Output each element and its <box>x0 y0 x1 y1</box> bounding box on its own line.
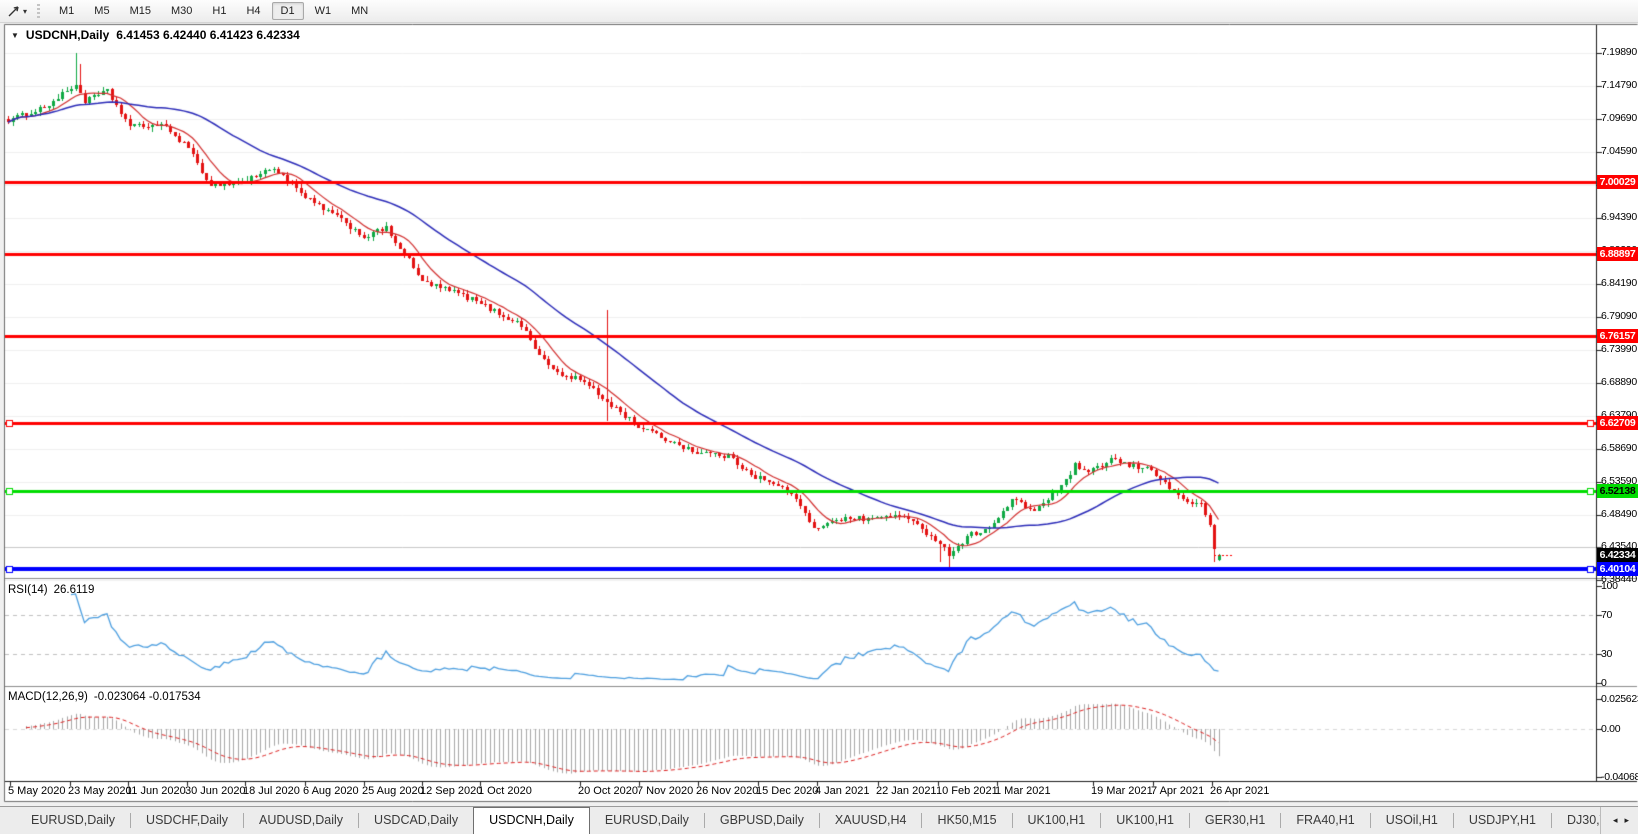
tab-usdcnh-daily[interactable]: USDCNH,Daily <box>473 807 590 834</box>
hline-price-label[interactable]: 6.76157 <box>1597 328 1638 343</box>
rsi-axis-label: 100 <box>1601 579 1618 592</box>
timeframe-toolbar: ▾ M1 M5 M15 M30 H1 H4 D1 W1 MN <box>0 0 1638 23</box>
tab-xauusd-h4[interactable]: XAUUSD,H4 <box>820 807 922 834</box>
timeframe-m1[interactable]: M1 <box>50 2 83 20</box>
tab-hk50-m15[interactable]: HK50,M15 <box>922 807 1011 834</box>
tab-uk100-h1[interactable]: UK100,H1 <box>1013 807 1101 834</box>
date-tick-label: 18 Jul 2020 <box>243 785 300 797</box>
rsi-indicator-label: RSI(14) 26.6119 <box>8 584 94 596</box>
tab-audusd-daily[interactable]: AUDUSD,Daily <box>244 807 358 834</box>
symbol-period-label: USDCNH,Daily <box>25 28 110 42</box>
date-tick-label: 19 Mar 2021 <box>1091 785 1153 797</box>
rsi-value: 26.6119 <box>53 584 95 596</box>
date-tick-label: 26 Nov 2020 <box>696 785 759 797</box>
date-tick-label: 11 Jun 2020 <box>126 785 186 797</box>
rsi-axis-label: 0 <box>1601 676 1607 689</box>
timeframe-m5[interactable]: M5 <box>85 2 118 20</box>
timeframe-m15[interactable]: M15 <box>121 2 160 20</box>
tab-scroll-buttons: ◂ ▸ <box>1599 807 1638 834</box>
tab-gbpusd-daily[interactable]: GBPUSD,Daily <box>705 807 819 834</box>
macd-name: MACD(12,26,9) <box>8 691 88 703</box>
date-tick-label: 30 Jun 2020 <box>185 785 246 797</box>
timeframe-d1[interactable]: D1 <box>271 2 304 20</box>
price-tick-label: 7.09690 <box>1601 111 1637 124</box>
price-tick-label: 7.14790 <box>1601 78 1637 91</box>
macd-axis-label: 0.025623 <box>1601 692 1638 705</box>
ohlc-values: 6.41453 6.42440 6.41423 6.42334 <box>116 28 300 42</box>
price-tick-label: 6.79090 <box>1601 309 1637 322</box>
price-tick-label: 7.19890 <box>1601 46 1637 58</box>
toolbar-grip <box>37 3 41 19</box>
hline-price-label[interactable]: 7.00029 <box>1597 174 1638 189</box>
crosshair-tool-icon[interactable] <box>7 4 21 18</box>
chart-canvas[interactable] <box>0 0 1638 833</box>
rsi-axis-label: 30 <box>1601 647 1613 660</box>
tab-scroll-right[interactable]: ▸ <box>1624 815 1629 826</box>
price-tick-label: 6.73990 <box>1601 342 1637 355</box>
tab-usdcad-daily[interactable]: USDCAD,Daily <box>359 807 473 834</box>
price-tick-label: 6.48490 <box>1601 507 1637 520</box>
chart-tab-bar: EURUSD,Daily USDCHF,Daily AUDUSD,Daily USDC… <box>0 806 1638 834</box>
date-tick-label: 1 Mar 2021 <box>995 785 1051 797</box>
macd-values: -0.023064 -0.017534 <box>93 691 201 703</box>
date-tick-label: 7 Nov 2020 <box>637 785 694 797</box>
hline-price-label[interactable]: 6.62709 <box>1597 415 1638 430</box>
date-tick-label: 23 May 2020 <box>68 785 132 797</box>
price-tick-label: 7.04590 <box>1601 144 1637 157</box>
timeframe-buttons: M1 M5 M15 M30 H1 H4 D1 W1 MN <box>49 2 378 20</box>
tab-scroll-left[interactable]: ◂ <box>1613 815 1618 826</box>
date-tick-label: 4 Jan 2021 <box>815 785 870 797</box>
tab-usdchf-daily[interactable]: USDCHF,Daily <box>131 807 243 834</box>
timeframe-h1[interactable]: H1 <box>203 2 235 20</box>
macd-axis-label: 0.00 <box>1601 723 1621 735</box>
date-tick-label: 15 Dec 2020 <box>756 785 819 797</box>
date-tick-label: 6 Aug 2020 <box>303 785 359 797</box>
date-tick-label: 10 Feb 2021 <box>936 785 998 797</box>
tab-fra40-h1[interactable]: FRA40,H1 <box>1281 807 1369 834</box>
hline-price-label[interactable]: 6.40104 <box>1597 562 1638 577</box>
price-tick-label: 6.58690 <box>1601 441 1637 454</box>
timeframe-mn[interactable]: MN <box>342 2 377 20</box>
timeframe-h4[interactable]: H4 <box>237 2 269 20</box>
tool-dropdown-caret[interactable]: ▾ <box>23 7 27 16</box>
tab-uk100-h1[interactable]: UK100,H1 <box>1101 807 1189 834</box>
macd-axis-label: -0.040688 <box>1601 770 1638 783</box>
rsi-name: RSI(14) <box>8 584 48 596</box>
tab-usdjpy-h1[interactable]: USDJPY,H1 <box>1454 807 1551 834</box>
tab-eurusd-daily[interactable]: EURUSD,Daily <box>590 807 704 834</box>
date-tick-label: 26 Apr 2021 <box>1210 785 1270 797</box>
current-price-label: 6.42334 <box>1597 547 1638 562</box>
tab-ger30-h1[interactable]: GER30,H1 <box>1190 807 1280 834</box>
price-tick-label: 6.84190 <box>1601 276 1637 289</box>
price-tick-label: 6.68890 <box>1601 375 1637 388</box>
timeframe-w1[interactable]: W1 <box>306 2 341 20</box>
price-tick-label: 6.94390 <box>1601 210 1637 223</box>
drawing-tools-group: ▾ <box>0 4 27 18</box>
date-tick-label: 5 May 2020 <box>8 785 66 797</box>
tab-usoil-h1[interactable]: USOil,H1 <box>1371 807 1453 834</box>
hline-price-label[interactable]: 6.88897 <box>1597 246 1638 261</box>
timeframe-m30[interactable]: M30 <box>162 2 201 20</box>
tab-eurusd-daily[interactable]: EURUSD,Daily <box>16 807 130 834</box>
collapse-icon[interactable]: ▼ <box>11 31 19 40</box>
hline-price-label[interactable]: 6.52138 <box>1597 484 1638 499</box>
chart-title: ▼ USDCNH,Daily 6.41453 6.42440 6.41423 6… <box>11 28 300 42</box>
date-tick-label: 1 Oct 2020 <box>478 785 532 797</box>
date-tick-label: 12 Sep 2020 <box>420 785 483 797</box>
rsi-axis-label: 70 <box>1601 609 1613 621</box>
date-tick-label: 20 Oct 2020 <box>578 785 638 797</box>
date-tick-label: 25 Aug 2020 <box>362 785 424 797</box>
date-tick-label: 7 Apr 2021 <box>1151 785 1205 797</box>
macd-indicator-label: MACD(12,26,9) -0.023064 -0.017534 <box>8 691 201 703</box>
chart-tabs: EURUSD,Daily USDCHF,Daily AUDUSD,Daily USDC… <box>0 807 1638 834</box>
date-tick-label: 22 Jan 2021 <box>876 785 937 797</box>
